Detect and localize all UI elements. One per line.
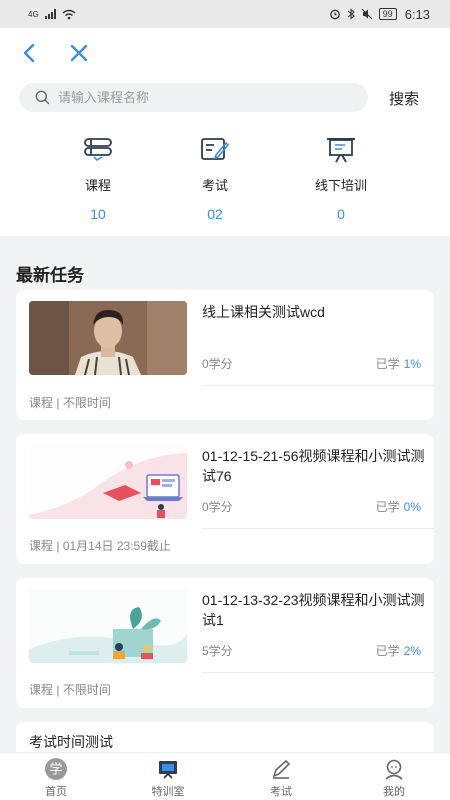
svg-text:学: 学 bbox=[49, 762, 62, 778]
task-credit: 0学分 bbox=[202, 357, 233, 371]
course-thumbnail bbox=[29, 589, 187, 663]
task-type: 课程 bbox=[29, 396, 54, 410]
progress-value: 0% bbox=[403, 500, 421, 514]
tab-label: 我的 bbox=[383, 786, 405, 798]
course-thumbnail bbox=[29, 445, 187, 519]
bottom-tab-bar: 学 首页 特训室 考试 我的 bbox=[0, 752, 450, 800]
tab-label: 考试 bbox=[270, 786, 292, 798]
stat-label: 线下培训 bbox=[314, 178, 367, 193]
wifi-icon bbox=[62, 9, 76, 19]
divider bbox=[202, 528, 434, 529]
signal-label: 4G bbox=[28, 9, 39, 19]
task-credit: 0学分 bbox=[202, 500, 233, 514]
profile-icon bbox=[385, 759, 403, 780]
tab-home[interactable]: 学 首页 bbox=[16, 757, 96, 799]
search-icon bbox=[35, 90, 50, 105]
task-meta: 课程 | 不限时间 bbox=[29, 683, 111, 697]
task-type: 课程 bbox=[29, 683, 54, 697]
signal-icon bbox=[44, 9, 56, 19]
task-meta: 课程 | 01月14日 23:59截止 bbox=[29, 539, 171, 553]
divider bbox=[202, 672, 434, 673]
progress-label: 已学 bbox=[375, 644, 400, 658]
task-credit: 5学分 bbox=[202, 644, 233, 658]
task-progress: 已学 0% bbox=[376, 498, 421, 515]
task-deadline: 不限时间 bbox=[62, 396, 111, 410]
presentation-board-icon bbox=[327, 138, 355, 163]
tab-label: 首页 bbox=[45, 786, 67, 798]
search-bar[interactable] bbox=[19, 83, 368, 112]
task-title: 考试时间测试 bbox=[29, 734, 113, 750]
task-title: 线上课相关测试wcd bbox=[202, 304, 325, 320]
tab-label: 特训室 bbox=[151, 786, 185, 798]
stat-courses[interactable]: 课程 10 bbox=[48, 136, 148, 222]
task-progress: 已学 2% bbox=[376, 642, 421, 659]
bluetooth-icon bbox=[347, 8, 355, 20]
course-stack-icon bbox=[84, 138, 112, 162]
tab-profile[interactable]: 我的 bbox=[354, 757, 434, 799]
stat-exams[interactable]: 考试 02 bbox=[165, 136, 265, 222]
task-title: 01-12-15-21-56视频课程和小测试测试76 bbox=[202, 448, 425, 484]
task-card[interactable]: 01-12-13-32-23视频课程和小测试测试1 5学分 已学 2% 课程 | … bbox=[16, 578, 434, 708]
pen-exam-icon bbox=[272, 759, 291, 779]
tab-exam[interactable]: 考试 bbox=[241, 757, 321, 799]
nav-bar bbox=[16, 40, 92, 66]
stat-label: 考试 bbox=[201, 178, 228, 193]
task-deadline: 不限时间 bbox=[62, 683, 111, 697]
status-bar: 4G 99 6:13 bbox=[0, 0, 450, 28]
chevron-left-icon bbox=[23, 43, 35, 63]
divider bbox=[202, 385, 434, 386]
progress-value: 1% bbox=[403, 357, 421, 371]
stat-value: 10 bbox=[90, 206, 106, 222]
progress-label: 已学 bbox=[375, 357, 400, 371]
stat-value: 0 bbox=[337, 206, 345, 222]
stat-label: 课程 bbox=[84, 178, 111, 193]
stat-value: 02 bbox=[207, 206, 223, 222]
section-title: 最新任务 bbox=[16, 266, 84, 285]
search-input[interactable] bbox=[58, 90, 338, 105]
search-button[interactable]: 搜索 bbox=[389, 88, 419, 109]
stat-offline-training[interactable]: 线下培训 0 bbox=[291, 136, 391, 222]
progress-value: 2% bbox=[403, 644, 421, 658]
task-meta: 课程 | 不限时间 bbox=[29, 396, 111, 410]
close-icon bbox=[70, 44, 88, 62]
battery-icon: 99 bbox=[378, 8, 397, 20]
home-xue-icon: 学 bbox=[45, 758, 67, 780]
alarm-icon bbox=[329, 9, 340, 20]
task-type: 课程 bbox=[29, 539, 54, 553]
progress-label: 已学 bbox=[375, 500, 400, 514]
tab-training-room[interactable]: 特训室 bbox=[128, 757, 208, 799]
course-thumbnail bbox=[29, 301, 187, 375]
close-button[interactable] bbox=[66, 40, 92, 66]
task-progress: 已学 1% bbox=[376, 355, 421, 372]
back-button[interactable] bbox=[16, 40, 42, 66]
task-title: 01-12-13-32-23视频课程和小测试测试1 bbox=[202, 592, 425, 628]
mute-icon bbox=[361, 8, 373, 20]
task-card[interactable]: 线上课相关测试wcd 0学分 已学 1% 课程 | 不限时间 bbox=[16, 290, 434, 420]
task-card[interactable]: 01-12-15-21-56视频课程和小测试测试76 0学分 已学 0% 课程 |… bbox=[16, 434, 434, 564]
task-deadline: 01月14日 23:59截止 bbox=[62, 539, 171, 553]
tv-training-icon bbox=[159, 761, 177, 779]
exam-edit-icon bbox=[201, 138, 230, 160]
clock: 6:13 bbox=[404, 6, 430, 22]
